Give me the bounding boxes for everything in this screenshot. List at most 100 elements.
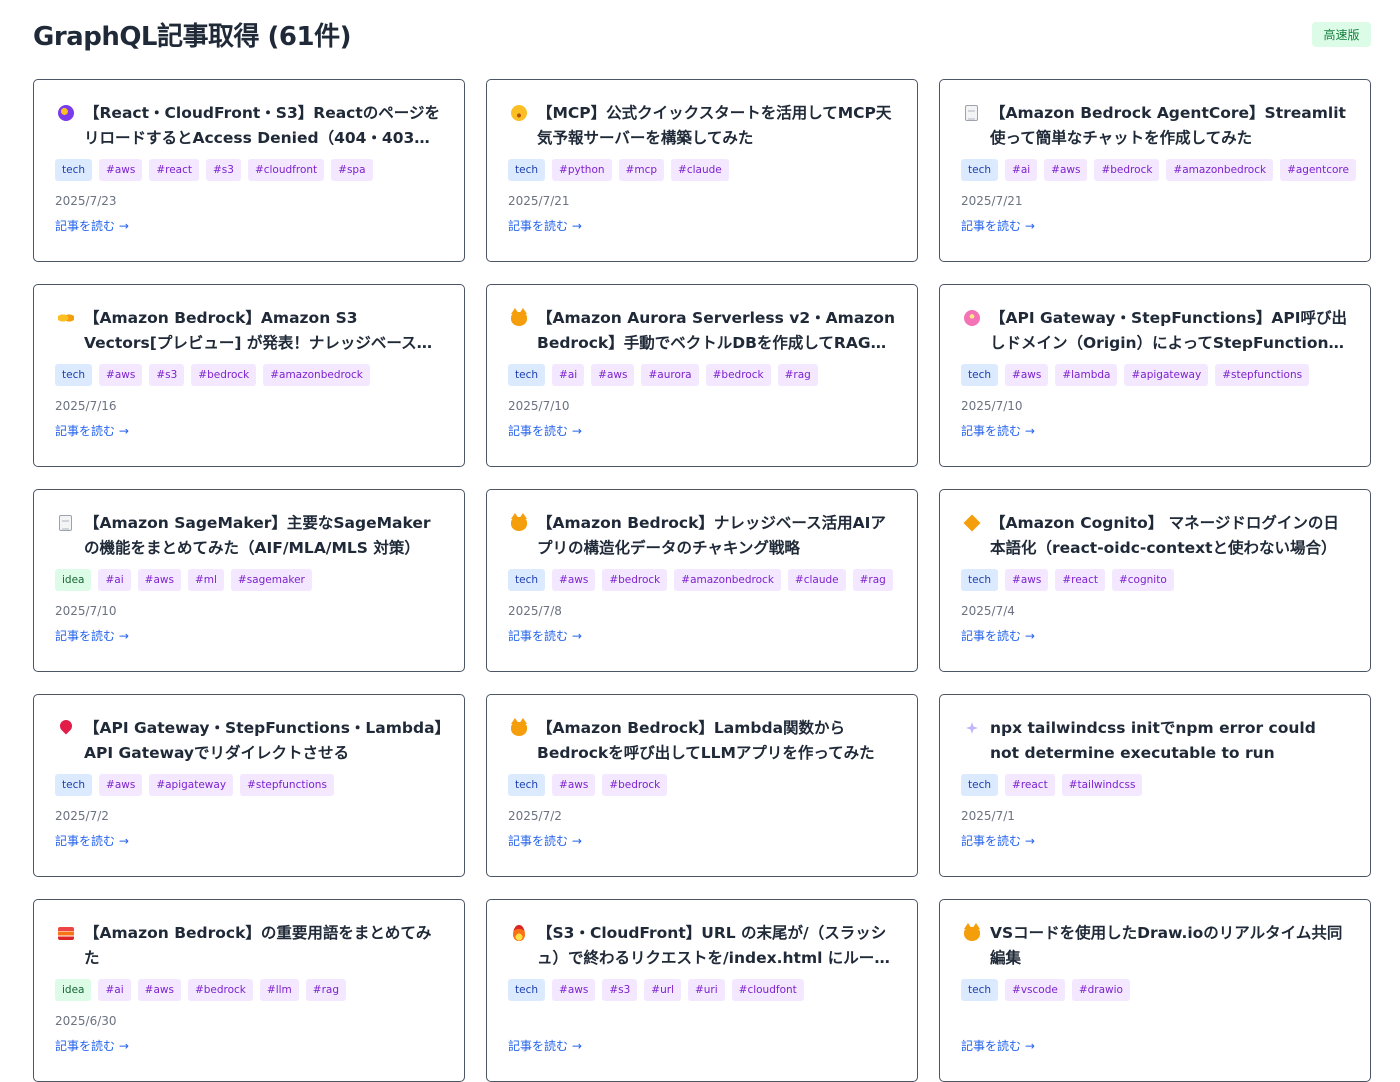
article-card[interactable]: 【Amazon Bedrock】Amazon S3 Vectors[プレビュー]… xyxy=(33,284,465,467)
article-title-text[interactable]: 【Amazon Bedrock】ナレッジベース活用AIアプリの構造化データのチャ… xyxy=(537,511,897,560)
article-title[interactable]: 【Amazon Bedrock】ナレッジベース活用AIアプリの構造化データのチャ… xyxy=(508,511,897,560)
article-title[interactable]: 【Amazon Bedrock】Amazon S3 Vectors[プレビュー]… xyxy=(55,306,444,355)
article-card[interactable]: 【Amazon Bedrock】Lambda関数からBedrockを呼び出してL… xyxy=(486,694,918,877)
article-card[interactable]: 【S3・CloudFront】URL の末尾が/（スラッシュ）で終わるリクエスト… xyxy=(486,899,918,1082)
article-title-text[interactable]: 【Amazon SageMaker】主要なSageMakerの機能をまとめてみた… xyxy=(84,511,444,560)
article-title[interactable]: 【API Gateway・StepFunctions・Lambda】API Ga… xyxy=(55,716,444,765)
tag-list: tech #ai #aws #bedrock #amazonbedrock #agentc… xyxy=(961,159,1356,181)
article-card[interactable]: 【Amazon Bedrock】ナレッジベース活用AIアプリの構造化データのチャ… xyxy=(486,489,918,672)
cat-face-icon xyxy=(510,513,528,532)
article-title-text[interactable]: 【React・CloudFront・S3】ReactのページをリロードするとAc… xyxy=(84,101,444,150)
article-title[interactable]: 【Amazon Bedrock】Lambda関数からBedrockを呼び出してL… xyxy=(508,716,897,765)
hashtag: #cloudfont xyxy=(731,979,804,1001)
hashtag: #react xyxy=(1005,774,1055,796)
article-title-text[interactable]: npx tailwindcss initでnpm error could not… xyxy=(990,716,1350,765)
hashtag: #bedrock xyxy=(602,569,668,591)
read-more-link[interactable]: 記事を読む → xyxy=(508,833,582,849)
article-title[interactable]: 【Amazon Cognito】 マネージドログインの日本語化（react-oi… xyxy=(961,511,1350,560)
sparkle-icon xyxy=(963,719,981,737)
hashtag: #cognito xyxy=(1111,569,1174,591)
article-card[interactable]: npx tailwindcss initでnpm error could not… xyxy=(939,694,1371,877)
article-title[interactable]: VSコードを使用したDraw.ioのリアルタイム共同編集 xyxy=(961,921,1350,970)
article-title-text[interactable]: 【Amazon Bedrock】Lambda関数からBedrockを呼び出してL… xyxy=(537,716,897,765)
article-card[interactable]: 【Amazon Bedrock】の重要用語をまとめてみた idea #ai #aws #… xyxy=(33,899,465,1082)
article-title-text[interactable]: 【Amazon Bedrock】Amazon S3 Vectors[プレビュー]… xyxy=(84,306,444,355)
article-date: 2025/7/10 xyxy=(961,399,1023,413)
category-badge: tech xyxy=(508,159,546,181)
article-title-text[interactable]: 【Amazon Aurora Serverless v2・Amazon Bedr… xyxy=(537,306,897,355)
hashtag: #rag xyxy=(305,979,346,1001)
hashtag: #bedrock xyxy=(191,364,257,386)
article-card[interactable]: 【MCP】公式クイックスタートを活用してMCP天気予報サーバーを構築してみた te… xyxy=(486,79,918,262)
article-title[interactable]: 【Amazon Aurora Serverless v2・Amazon Bedr… xyxy=(508,306,897,355)
article-date: 2025/6/30 xyxy=(55,1014,117,1028)
read-more-link[interactable]: 記事を読む → xyxy=(55,833,129,849)
tag-list: tech #aws #lambda #apigateway #stepfunctions xyxy=(961,364,1350,386)
read-more-link[interactable]: 記事を読む → xyxy=(961,423,1035,439)
article-title[interactable]: 【Amazon Bedrock AgentCore】Streamlit使って簡単… xyxy=(961,101,1350,150)
pink-creature-icon xyxy=(963,309,981,327)
article-title-text[interactable]: 【Amazon Bedrock AgentCore】Streamlit使って簡単… xyxy=(990,101,1350,150)
read-more-link[interactable]: 記事を読む → xyxy=(55,628,129,644)
read-more-link[interactable]: 記事を読む → xyxy=(961,833,1035,849)
read-more-link[interactable]: 記事を読む → xyxy=(961,218,1035,234)
category-badge: tech xyxy=(55,774,93,796)
read-more-link[interactable]: 記事を読む → xyxy=(961,628,1035,644)
article-title-text[interactable]: VSコードを使用したDraw.ioのリアルタイム共同編集 xyxy=(990,921,1350,970)
read-more-link[interactable]: 記事を読む → xyxy=(961,1038,1035,1054)
article-title[interactable]: 【MCP】公式クイックスタートを活用してMCP天気予報サーバーを構築してみた xyxy=(508,101,897,150)
article-date: 2025/7/21 xyxy=(508,194,570,208)
article-title[interactable]: 【S3・CloudFront】URL の末尾が/（スラッシュ）で終わるリクエスト… xyxy=(508,921,897,970)
hashtag: #mcp xyxy=(618,159,665,181)
page-title: GraphQL記事取得 (61件) xyxy=(33,22,352,52)
article-title-text[interactable]: 【API Gateway・StepFunctions】API呼び出しドメイン（O… xyxy=(990,306,1350,355)
hashtag: #aws xyxy=(137,569,181,591)
tag-list: tech #aws #react #cognito xyxy=(961,569,1350,591)
raised-hands-icon xyxy=(57,309,75,327)
category-badge: tech xyxy=(508,979,546,1001)
read-more-link[interactable]: 記事を読む → xyxy=(508,628,582,644)
hashtag: #claude xyxy=(787,569,846,591)
article-title-text[interactable]: 【API Gateway・StepFunctions・Lambda】API Ga… xyxy=(84,716,444,765)
hashtag: #stepfunctions xyxy=(1215,364,1310,386)
mode-badge: 高速版 xyxy=(1312,22,1371,47)
article-date: 2025/7/2 xyxy=(55,809,109,823)
cat-face-icon xyxy=(510,308,528,327)
article-title-text[interactable]: 【S3・CloudFront】URL の末尾が/（スラッシュ）で終わるリクエスト… xyxy=(537,921,897,970)
article-date: 2025/7/10 xyxy=(55,604,117,618)
article-title-text[interactable]: 【Amazon Bedrock】の重要用語をまとめてみた xyxy=(84,921,444,970)
article-title[interactable]: npx tailwindcss initでnpm error could not… xyxy=(961,716,1350,765)
article-card[interactable]: 【Amazon Aurora Serverless v2・Amazon Bedr… xyxy=(486,284,918,467)
hashtag: #apigateway xyxy=(149,774,234,796)
tag-list: tech #python #mcp #claude xyxy=(508,159,897,181)
document-icon xyxy=(57,514,75,532)
hashtag: #bedrock xyxy=(602,774,668,796)
article-title[interactable]: 【Amazon Bedrock】の重要用語をまとめてみた xyxy=(55,921,444,970)
article-card[interactable]: 【React・CloudFront・S3】ReactのページをリロードするとAc… xyxy=(33,79,465,262)
read-more-link[interactable]: 記事を読む → xyxy=(55,1038,129,1054)
read-more-link[interactable]: 記事を読む → xyxy=(55,218,129,234)
article-card[interactable]: 【API Gateway・StepFunctions・Lambda】API Ga… xyxy=(33,694,465,877)
article-card[interactable]: 【API Gateway・StepFunctions】API呼び出しドメイン（O… xyxy=(939,284,1371,467)
category-badge: tech xyxy=(961,569,999,591)
article-title-text[interactable]: 【Amazon Cognito】 マネージドログインの日本語化（react-oi… xyxy=(990,511,1350,560)
hashtag: #aurora xyxy=(641,364,699,386)
article-card[interactable]: 【Amazon SageMaker】主要なSageMakerの機能をまとめてみた… xyxy=(33,489,465,672)
article-date: 2025/7/16 xyxy=(55,399,117,413)
read-more-link[interactable]: 記事を読む → xyxy=(508,218,582,234)
article-card[interactable]: 【Amazon Cognito】 マネージドログインの日本語化（react-oi… xyxy=(939,489,1371,672)
article-title[interactable]: 【API Gateway・StepFunctions】API呼び出しドメイン（O… xyxy=(961,306,1350,355)
read-more-link[interactable]: 記事を読む → xyxy=(508,1038,582,1054)
hashtag: #react xyxy=(149,159,199,181)
hashtag: #aws xyxy=(137,979,181,1001)
category-badge: tech xyxy=(961,159,999,181)
read-more-link[interactable]: 記事を読む → xyxy=(508,423,582,439)
article-title-text[interactable]: 【MCP】公式クイックスタートを活用してMCP天気予報サーバーを構築してみた xyxy=(537,101,897,150)
read-more-link[interactable]: 記事を読む → xyxy=(55,423,129,439)
article-card[interactable]: VSコードを使用したDraw.ioのリアルタイム共同編集 tech #vscode #… xyxy=(939,899,1371,1082)
article-card[interactable]: 【Amazon Bedrock AgentCore】Streamlit使って簡単… xyxy=(939,79,1371,262)
article-title[interactable]: 【React・CloudFront・S3】ReactのページをリロードするとAc… xyxy=(55,101,444,150)
books-icon xyxy=(57,924,75,942)
hashtag: #python xyxy=(552,159,612,181)
article-title[interactable]: 【Amazon SageMaker】主要なSageMakerの機能をまとめてみた… xyxy=(55,511,444,560)
